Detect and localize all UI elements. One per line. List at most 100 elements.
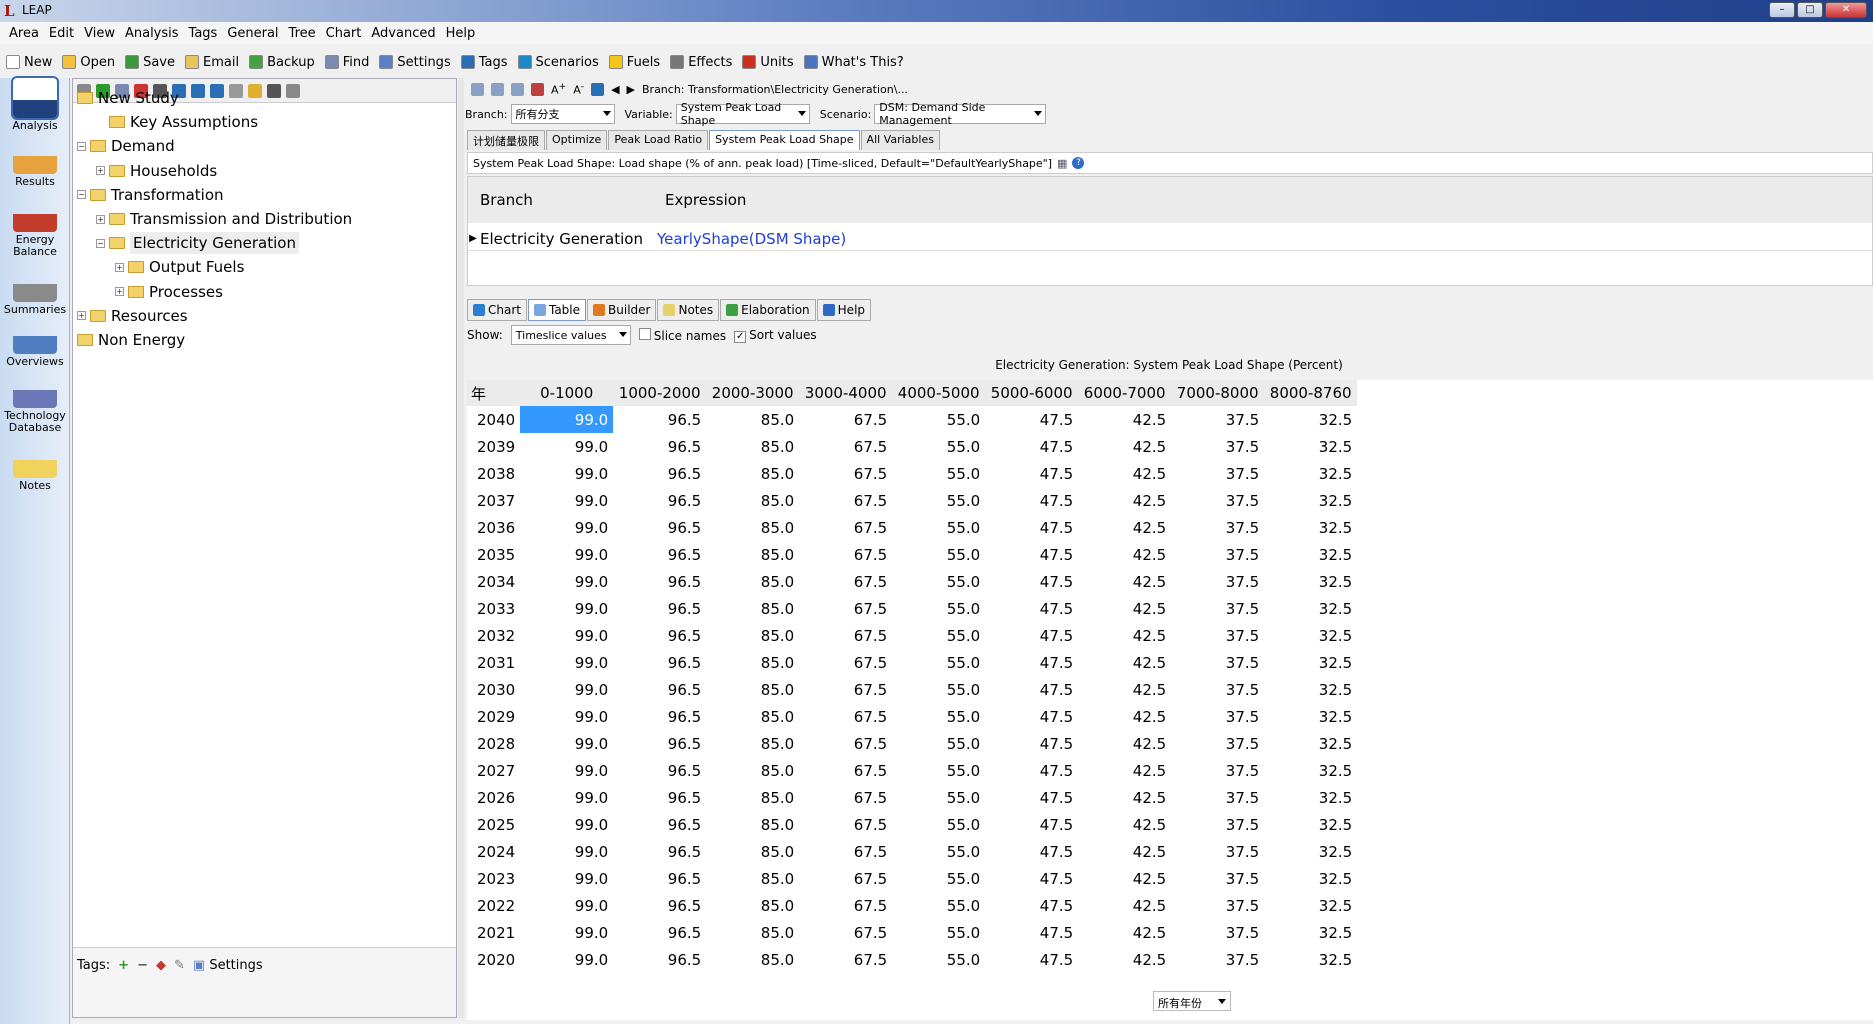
value-cell[interactable]: 99.0 — [520, 433, 613, 460]
value-cell[interactable]: 47.5 — [985, 514, 1078, 541]
value-cell[interactable]: 37.5 — [1171, 757, 1264, 784]
value-cell[interactable]: 37.5 — [1171, 676, 1264, 703]
effects-button[interactable]: Effects — [670, 55, 732, 70]
value-cell[interactable]: 47.5 — [985, 622, 1078, 649]
tree-node-households[interactable]: + Households — [96, 160, 217, 182]
value-cell[interactable]: 96.5 — [613, 919, 706, 946]
view-notes[interactable]: Notes — [0, 438, 70, 492]
value-cell[interactable]: 67.5 — [799, 595, 892, 622]
value-cell[interactable]: 42.5 — [1078, 703, 1171, 730]
menu-tree[interactable]: Tree — [284, 26, 321, 41]
maximize-button[interactable]: □ — [1797, 2, 1823, 18]
value-cell[interactable]: 32.5 — [1264, 730, 1357, 757]
value-cell[interactable]: 99.0 — [520, 892, 613, 919]
tag-icon[interactable] — [248, 83, 262, 98]
menu-general[interactable]: General — [222, 26, 283, 41]
value-cell[interactable]: 55.0 — [892, 892, 985, 919]
expand-icon[interactable]: + — [115, 262, 124, 272]
view-results[interactable]: Results — [0, 134, 70, 188]
decrease-font-icon[interactable]: A- — [573, 81, 584, 97]
value-cell[interactable]: 37.5 — [1171, 568, 1264, 595]
value-cell[interactable]: 55.0 — [892, 919, 985, 946]
value-cell[interactable]: 67.5 — [799, 541, 892, 568]
value-cell[interactable]: 32.5 — [1264, 433, 1357, 460]
value-cell[interactable]: 32.5 — [1264, 568, 1357, 595]
value-cell[interactable]: 99.0 — [520, 460, 613, 487]
value-cell[interactable]: 37.5 — [1171, 838, 1264, 865]
fuels-button[interactable]: Fuels — [608, 55, 660, 70]
value-cell[interactable]: 55.0 — [892, 838, 985, 865]
value-cell[interactable]: 85.0 — [706, 784, 799, 811]
value-cell[interactable]: 47.5 — [985, 676, 1078, 703]
value-cell[interactable]: 42.5 — [1078, 595, 1171, 622]
value-cell[interactable]: 67.5 — [799, 838, 892, 865]
value-cell[interactable]: 55.0 — [892, 649, 985, 676]
value-cell[interactable]: 99.0 — [520, 946, 613, 973]
value-cell[interactable]: 55.0 — [892, 622, 985, 649]
value-cell[interactable]: 37.5 — [1171, 946, 1264, 973]
value-cell[interactable]: 42.5 — [1078, 433, 1171, 460]
value-cell[interactable]: 47.5 — [985, 919, 1078, 946]
expand-icon[interactable]: + — [96, 166, 105, 176]
value-cell[interactable]: 47.5 — [985, 757, 1078, 784]
tab-elaboration[interactable]: Elaboration — [720, 299, 816, 321]
value-cell[interactable]: 42.5 — [1078, 406, 1171, 433]
value-cell[interactable]: 47.5 — [985, 406, 1078, 433]
value-cell[interactable]: 47.5 — [985, 892, 1078, 919]
value-cell[interactable]: 96.5 — [613, 649, 706, 676]
tree-view-icon[interactable] — [210, 83, 224, 98]
value-cell[interactable]: 96.5 — [613, 406, 706, 433]
value-cell[interactable]: 47.5 — [985, 865, 1078, 892]
value-cell[interactable]: 67.5 — [799, 433, 892, 460]
variable-tab-2[interactable]: Peak Load Ratio — [608, 130, 709, 150]
value-cell[interactable]: 85.0 — [706, 460, 799, 487]
value-cell[interactable]: 55.0 — [892, 406, 985, 433]
variable-tab-4[interactable]: All Variables — [860, 130, 940, 150]
variable-tab-0[interactable]: 计划储量极限 — [467, 130, 545, 150]
value-cell[interactable]: 85.0 — [706, 892, 799, 919]
value-cell[interactable]: 67.5 — [799, 892, 892, 919]
value-cell[interactable]: 55.0 — [892, 865, 985, 892]
value-cell[interactable]: 99.0 — [520, 514, 613, 541]
value-cell[interactable]: 47.5 — [985, 946, 1078, 973]
backup-button[interactable]: Backup — [249, 55, 315, 70]
value-cell[interactable]: 99.0 — [520, 811, 613, 838]
value-cell[interactable]: 99.0 — [520, 487, 613, 514]
value-cell[interactable]: 67.5 — [799, 514, 892, 541]
tab-table[interactable]: Table — [527, 299, 587, 321]
value-cell[interactable]: 42.5 — [1078, 919, 1171, 946]
save-icon[interactable] — [531, 82, 544, 96]
tag-settings-button[interactable]: ▣ Settings — [193, 958, 263, 973]
value-cell[interactable]: 32.5 — [1264, 784, 1357, 811]
view-analysis[interactable]: Analysis — [0, 76, 70, 132]
save-button[interactable]: Save — [125, 55, 175, 70]
value-cell[interactable]: 99.0 — [520, 865, 613, 892]
value-cell[interactable]: 67.5 — [799, 757, 892, 784]
year-filter-combo[interactable]: 所有年份 — [1153, 991, 1231, 1011]
expand-icon[interactable]: + — [77, 311, 86, 321]
value-cell[interactable]: 96.5 — [613, 892, 706, 919]
expression-row[interactable]: ▶ Electricity Generation YearlyShape(DSM… — [468, 227, 1872, 251]
value-cell[interactable]: 42.5 — [1078, 730, 1171, 757]
tree-node-electricity-generation[interactable]: − Electricity Generation — [96, 232, 299, 255]
value-cell[interactable]: 85.0 — [706, 433, 799, 460]
value-cell[interactable]: 32.5 — [1264, 514, 1357, 541]
forward-arrow-icon[interactable]: ▶ — [627, 83, 635, 96]
value-cell[interactable]: 67.5 — [799, 919, 892, 946]
open-button[interactable]: Open — [62, 55, 115, 70]
value-cell[interactable]: 67.5 — [799, 460, 892, 487]
value-cell[interactable]: 32.5 — [1264, 811, 1357, 838]
value-cell[interactable]: 85.0 — [706, 568, 799, 595]
value-cell[interactable]: 96.5 — [613, 784, 706, 811]
value-cell[interactable]: 96.5 — [613, 703, 706, 730]
copy-icon[interactable] — [491, 82, 504, 96]
email-button[interactable]: Email — [185, 55, 239, 70]
value-cell[interactable]: 37.5 — [1171, 784, 1264, 811]
value-cell[interactable]: 67.5 — [799, 946, 892, 973]
value-cell[interactable]: 32.5 — [1264, 541, 1357, 568]
value-cell[interactable]: 99.0 — [520, 919, 613, 946]
tab-builder[interactable]: Builder — [587, 299, 657, 321]
tree-node-demand[interactable]: − Demand — [77, 135, 175, 157]
value-cell[interactable]: 96.5 — [613, 676, 706, 703]
value-cell[interactable]: 96.5 — [613, 811, 706, 838]
